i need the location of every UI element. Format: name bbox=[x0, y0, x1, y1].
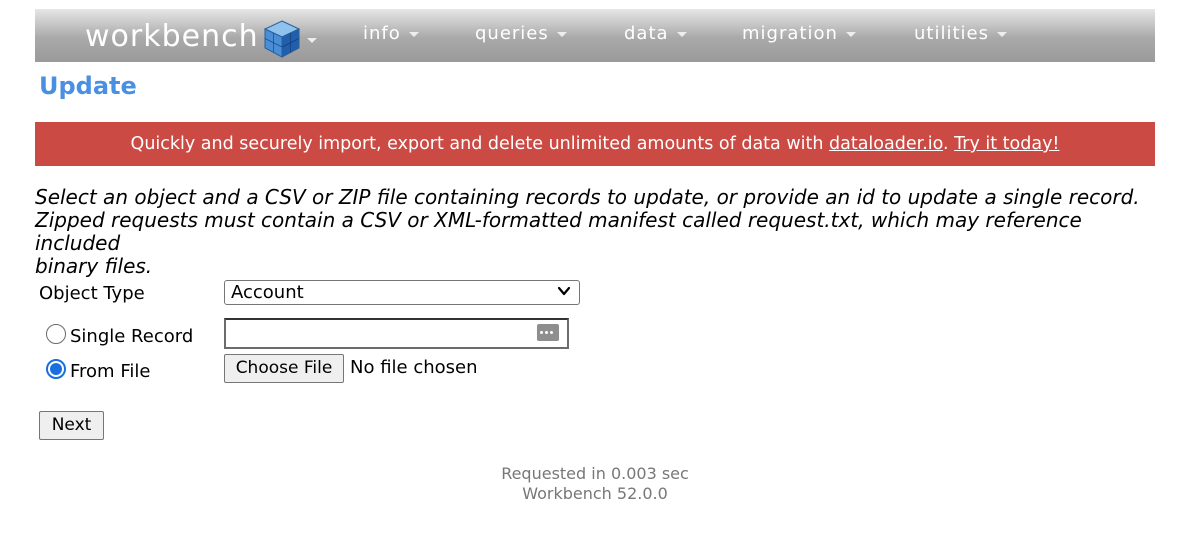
no-file-chosen-text: No file chosen bbox=[350, 357, 478, 378]
menu-info[interactable]: info bbox=[363, 23, 419, 45]
chevron-down-icon bbox=[556, 31, 567, 37]
chevron-down-icon bbox=[996, 31, 1007, 37]
brand-logo[interactable]: workbench bbox=[85, 17, 317, 58]
choose-file-button[interactable]: Choose File bbox=[224, 354, 344, 383]
keyboard-icon[interactable] bbox=[537, 324, 559, 341]
promo-banner: Quickly and securely import, export and … bbox=[35, 122, 1155, 166]
menu-migration[interactable]: migration bbox=[742, 23, 856, 45]
from-file-radio[interactable] bbox=[46, 359, 66, 379]
try-it-today-link[interactable]: Try it today! bbox=[954, 134, 1059, 154]
top-navbar: workbench info queries data migration ut… bbox=[35, 9, 1155, 62]
page-title: Update bbox=[39, 72, 137, 100]
chevron-down-icon bbox=[408, 31, 419, 37]
dataloader-link[interactable]: dataloader.io bbox=[829, 134, 943, 154]
single-record-label: Single Record bbox=[70, 326, 194, 347]
next-button[interactable]: Next bbox=[39, 411, 104, 440]
instructions-text: Select an object and a CSV or ZIP file c… bbox=[35, 185, 1140, 278]
single-record-radio[interactable] bbox=[46, 324, 66, 344]
object-type-label: Object Type bbox=[39, 283, 145, 304]
menu-utilities[interactable]: utilities bbox=[914, 23, 1007, 45]
chevron-down-icon bbox=[557, 286, 571, 296]
request-time-text: Requested in 0.003 sec bbox=[501, 464, 689, 483]
menu-data[interactable]: data bbox=[624, 23, 687, 45]
chevron-down-icon bbox=[676, 31, 687, 37]
object-type-select[interactable]: Account bbox=[224, 280, 580, 305]
record-id-input[interactable] bbox=[224, 318, 569, 349]
version-text: Workbench 52.0.0 bbox=[522, 484, 668, 503]
chevron-down-icon bbox=[845, 31, 856, 37]
brand-name: workbench bbox=[85, 19, 259, 54]
from-file-label: From File bbox=[70, 361, 151, 382]
chevron-down-icon bbox=[306, 37, 317, 43]
menu-queries[interactable]: queries bbox=[475, 23, 567, 45]
cube-logo-icon bbox=[263, 20, 300, 58]
